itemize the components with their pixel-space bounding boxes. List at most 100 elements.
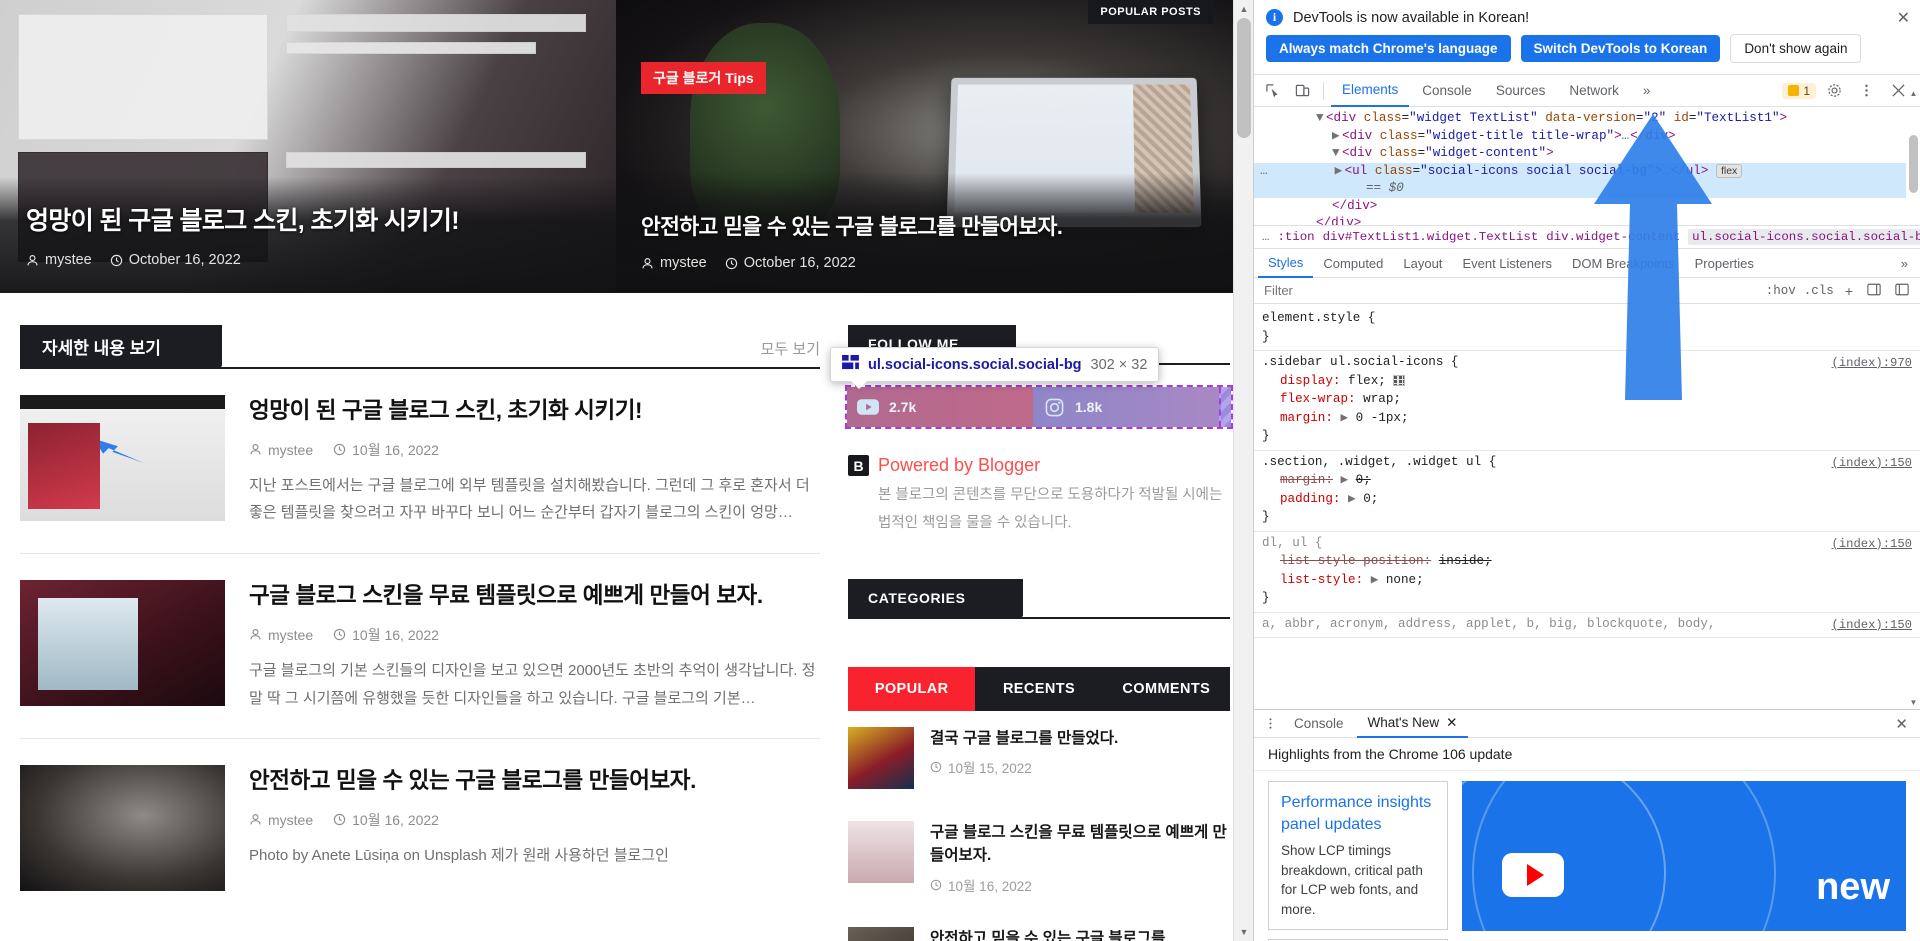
dom-line[interactable]: </div> — [1254, 198, 1920, 216]
tab-popular[interactable]: POPULAR — [848, 667, 976, 712]
styles-rules-list[interactable]: element.style { } (index):970 .sidebar u… — [1254, 304, 1920, 709]
hero-slide-1[interactable]: 엉망이 된 구글 블로그 스킨, 초기화 시키기! mystee October… — [0, 0, 616, 293]
whats-new-card[interactable]: Performance insights panel updates Show … — [1268, 781, 1448, 931]
tab-sources[interactable]: Sources — [1485, 75, 1557, 107]
warning-count-badge[interactable]: 1 — [1782, 82, 1816, 99]
style-rule-sidebar-social-icons[interactable]: (index):970 .sidebar ul.social-icons { d… — [1254, 351, 1920, 451]
hov-toggle[interactable]: :hov — [1766, 284, 1796, 298]
post-item[interactable]: 안전하고 믿을 수 있는 구글 블로그를 만들어보자. mystee 10월 1… — [20, 739, 820, 917]
breadcrumb-item-section[interactable]: :tion — [1277, 230, 1314, 244]
page-scrollbar[interactable]: ▲ ▼ — [1233, 0, 1253, 941]
drawer-tab-console[interactable]: Console — [1283, 710, 1355, 738]
post-title[interactable]: 안전하고 믿을 수 있는 구글 블로그를 만들어보자. — [249, 765, 696, 798]
rule-source-link[interactable]: (index):150 — [1832, 535, 1912, 554]
media-label: new — [1816, 866, 1890, 908]
tab-layout[interactable]: Layout — [1393, 249, 1452, 278]
flex-badge[interactable]: flex — [1715, 163, 1743, 178]
scroll-up-arrow[interactable]: ▲ — [1234, 0, 1253, 18]
rule-selector[interactable]: dl, ul { — [1254, 534, 1920, 553]
mini-title[interactable]: 결국 구글 블로그를 만들었다. — [930, 727, 1118, 750]
tab-console[interactable]: Console — [1411, 75, 1483, 107]
scroll-down-arrow[interactable]: ▼ — [1234, 923, 1253, 941]
inspect-cursor-icon[interactable] — [1258, 78, 1286, 104]
list-item[interactable]: 안전하고 믿을 수 있는 구글 블로그를 — [848, 911, 1230, 941]
styles-scroll-up[interactable]: ▲ — [1907, 86, 1920, 100]
rule-selector[interactable]: element.style { — [1254, 309, 1920, 328]
dont-show-again-button[interactable]: Don't show again — [1730, 34, 1862, 63]
mini-thumbnail[interactable] — [848, 727, 914, 790]
tab-styles[interactable]: Styles — [1258, 249, 1314, 278]
tab-close-icon[interactable]: ✕ — [1446, 715, 1457, 731]
toggle-sidebar-icon[interactable] — [1864, 283, 1884, 299]
rule-selector[interactable]: a, abbr, acronym, address, applet, b, bi… — [1254, 615, 1920, 634]
kebab-icon[interactable] — [1852, 78, 1880, 104]
tab-dom-breakpoints[interactable]: DOM Breakpoints — [1562, 249, 1685, 278]
page-scroll-thumb[interactable] — [1237, 18, 1251, 138]
whats-new-media[interactable]: new — [1462, 781, 1906, 931]
style-rule-universal-reset[interactable]: (index):150 a, abbr, acronym, address, a… — [1254, 613, 1920, 638]
new-style-rule-icon[interactable]: + — [1842, 283, 1856, 299]
social-icons-list[interactable]: 2.7k 1.8k — [845, 385, 1233, 429]
post-thumbnail[interactable] — [20, 580, 225, 707]
breadcrumb-item-textlist[interactable]: div#TextList1.widget.TextList — [1323, 230, 1539, 244]
mini-title[interactable]: 안전하고 믿을 수 있는 구글 블로그를 — [930, 927, 1165, 941]
tab-properties[interactable]: Properties — [1685, 249, 1764, 278]
drawer-close-icon[interactable]: ✕ — [1895, 715, 1914, 733]
post-thumbnail[interactable] — [20, 765, 225, 892]
mini-thumbnail[interactable] — [848, 821, 914, 884]
see-all-link[interactable]: 모두 보기 — [761, 338, 820, 367]
styles-scrollbar[interactable]: ▲ ▼ — [1907, 86, 1920, 709]
dom-line[interactable]: ▼ <div class="widget-content"> — [1254, 145, 1920, 163]
hero-slide-2[interactable]: 구글 블로거 Tips 안전하고 믿을 수 있는 구글 블로그를 만들어보자. … — [616, 0, 1233, 293]
post-title[interactable]: 엉망이 된 구글 블로그 스킨, 초기화 시키기! — [249, 395, 820, 428]
post-item[interactable]: 구글 블로그 스킨을 무료 템플릿으로 예쁘게 만들어 보자. mystee 1… — [20, 554, 820, 740]
mini-title[interactable]: 구글 블로그 스킨을 무료 템플릿으로 예쁘게 만들어보자. — [930, 821, 1230, 868]
dom-line[interactable]: </div> — [1254, 215, 1920, 225]
device-toolbar-icon[interactable] — [1288, 78, 1316, 104]
filter-input[interactable] — [1262, 282, 1758, 299]
always-match-language-button[interactable]: Always match Chrome's language — [1266, 35, 1511, 62]
social-item-youtube[interactable]: 2.7k — [847, 387, 1033, 427]
more-tabs-button[interactable]: » — [1632, 75, 1662, 107]
post-title[interactable]: 구글 블로그 스킨을 무료 템플릿으로 예쁘게 만들어 보자. — [249, 580, 820, 613]
post-item[interactable]: 엉망이 된 구글 블로그 스킨, 초기화 시키기! mystee 10월 16,… — [20, 369, 820, 555]
cls-toggle[interactable]: .cls — [1804, 284, 1834, 298]
rule-source-link[interactable]: (index):970 — [1832, 354, 1912, 373]
blogger-link-label[interactable]: Powered by Blogger — [878, 455, 1040, 476]
list-item[interactable]: 결국 구글 블로그를 만들었다. 10월 15, 2022 — [848, 711, 1230, 805]
rule-source-link[interactable]: (index):150 — [1832, 454, 1912, 473]
rule-source-link[interactable]: (index):150 — [1832, 616, 1912, 635]
breadcrumb-item-widget-content[interactable]: div.widget-content — [1546, 230, 1680, 244]
tab-event-listeners[interactable]: Event Listeners — [1452, 249, 1562, 278]
styles-scroll-down[interactable]: ▼ — [1907, 695, 1920, 709]
post-thumbnail[interactable] — [20, 395, 225, 521]
dom-line[interactable]: ▼ <div class="widget TextList" data-versi… — [1254, 110, 1920, 128]
style-rule-section-widget[interactable]: (index):150 .section, .widget, .widget u… — [1254, 451, 1920, 532]
flex-editor-icon[interactable] — [1393, 374, 1406, 386]
tab-recents[interactable]: RECENTS — [975, 667, 1103, 712]
social-item-instagram[interactable]: 1.8k — [1033, 387, 1219, 427]
main-column: 자세한 내용 보기 모두 보기 엉망이 된 구글 블로그 스킨, 초기화 시키기… — [20, 293, 820, 941]
dom-line-selected[interactable]: … ▶ <ul class="social-icons social social-… — [1254, 162, 1920, 180]
dom-line[interactable]: ▶ <div class="widget-title title-wrap">…<… — [1254, 128, 1920, 146]
breadcrumb-overflow[interactable]: … — [1262, 230, 1269, 244]
powered-by-blogger[interactable]: B Powered by Blogger — [848, 455, 1230, 476]
switch-to-korean-button[interactable]: Switch DevTools to Korean — [1520, 35, 1721, 62]
list-item[interactable]: 구글 블로그 스킨을 무료 템플릿으로 예쁘게 만들어보자. 10월 16, 2… — [848, 805, 1230, 911]
gear-icon[interactable] — [1820, 78, 1848, 104]
tab-comments[interactable]: COMMENTS — [1102, 667, 1230, 712]
rule-selector[interactable]: .section, .widget, .widget ul { — [1254, 453, 1920, 472]
mini-thumbnail[interactable] — [848, 926, 914, 941]
breadcrumb-item-social-icons[interactable]: ul.social-icons.social.social-bg — [1688, 229, 1920, 245]
style-rule-element-style[interactable]: element.style { } — [1254, 307, 1920, 351]
card-title[interactable]: Performance insights panel updates — [1281, 792, 1435, 835]
rule-selector[interactable]: .sidebar ul.social-icons { — [1254, 353, 1920, 372]
tab-computed[interactable]: Computed — [1313, 249, 1393, 278]
dom-tree[interactable]: ▼ <div class="widget TextList" data-versi… — [1254, 107, 1920, 225]
style-rule-dl-ul[interactable]: (index):150 dl, ul { list-style-position… — [1254, 532, 1920, 613]
kebab-icon[interactable] — [1260, 716, 1281, 731]
banner-close-icon[interactable]: ✕ — [1897, 8, 1910, 28]
tab-elements[interactable]: Elements — [1331, 75, 1410, 107]
drawer-tab-whats-new[interactable]: What's New ✕ — [1356, 710, 1469, 738]
tab-network[interactable]: Network — [1558, 75, 1630, 107]
